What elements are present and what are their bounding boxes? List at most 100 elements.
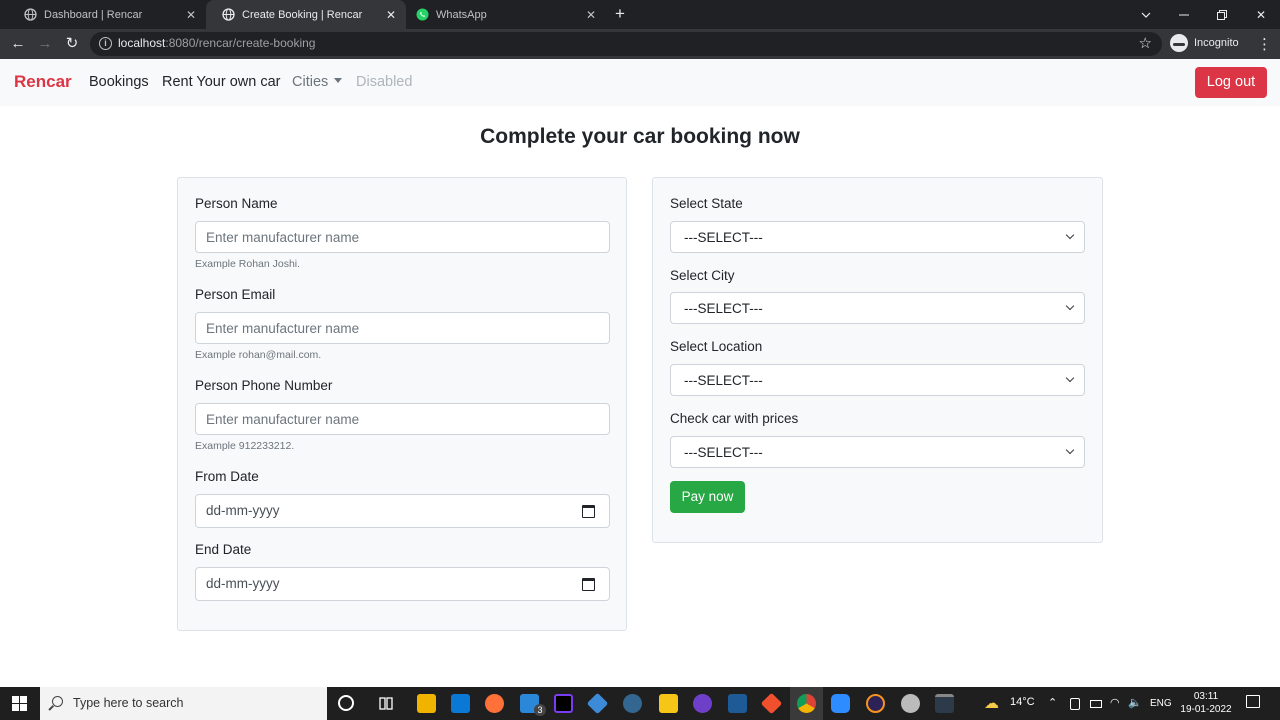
restore-icon[interactable] (1203, 0, 1241, 29)
location-selected: ---SELECT--- (684, 373, 763, 388)
file-explorer-icon[interactable] (417, 694, 436, 713)
zoom-icon[interactable] (831, 694, 850, 713)
nav-cities-dropdown[interactable]: Cities (292, 74, 343, 90)
windows-taskbar: Type here to search 3 ☁ 14°C ⌃ ◠ 🔈 ENG 0… (0, 687, 1280, 720)
location-label: Select Location (670, 339, 763, 354)
sql-shell-icon[interactable] (935, 694, 954, 713)
task-view-icon[interactable] (377, 694, 395, 713)
tab-whatsapp[interactable]: WhatsApp ✕ (406, 0, 606, 29)
pay-now-button[interactable]: Pay now (670, 481, 745, 513)
meet-now-icon[interactable] (1070, 698, 1080, 710)
city-select[interactable]: ---SELECT--- (670, 292, 1085, 324)
chevron-down-icon (1065, 301, 1075, 311)
volume-icon[interactable]: 🔈 (1128, 696, 1142, 709)
postgres-icon[interactable] (623, 694, 642, 713)
bookmark-star-icon[interactable]: ☆ (1139, 34, 1152, 52)
globe-icon (24, 8, 37, 21)
globe-icon (222, 8, 235, 21)
firefox-icon[interactable] (485, 694, 504, 713)
settings-icon[interactable] (901, 694, 920, 713)
tab-create-booking[interactable]: Create Booking | Rencar ✕ (206, 0, 406, 29)
eclipse-icon[interactable] (866, 694, 885, 713)
nav-rent-your-own-car[interactable]: Rent Your own car (162, 74, 281, 90)
new-tab-icon[interactable]: + (615, 4, 625, 24)
wifi-icon[interactable]: ◠ (1110, 696, 1120, 709)
browser-tab-strip: Dashboard | Rencar ✕ Create Booking | Re… (0, 0, 1280, 29)
incognito-label: Incognito (1194, 37, 1239, 49)
mail-badge: 3 (534, 704, 546, 716)
close-icon[interactable]: ✕ (586, 8, 596, 22)
address-bar[interactable]: i localhost:8080/rencar/create-booking ☆ (90, 32, 1162, 56)
chrome-icon[interactable] (797, 694, 816, 713)
taskbar-search-box[interactable]: Type here to search (40, 687, 327, 720)
person-phone-input[interactable] (195, 403, 610, 435)
weather-icon[interactable]: ☁ (984, 694, 999, 712)
incognito-badge[interactable]: Incognito (1170, 34, 1239, 52)
forward-icon[interactable]: → (36, 35, 54, 53)
url-text: localhost:8080/rencar/create-booking (118, 36, 315, 50)
clock-date: 19-01-2022 (1180, 704, 1232, 715)
person-phone-label: Person Phone Number (195, 378, 333, 393)
chevron-down-icon (1065, 373, 1075, 383)
battery-icon[interactable] (1090, 700, 1102, 708)
tab-title: Dashboard | Rencar (44, 8, 143, 21)
reload-icon[interactable]: ↻ (63, 35, 81, 53)
browser-toolbar: ← → ↻ i localhost:8080/rencar/create-boo… (0, 29, 1280, 59)
person-phone-help: Example 912233212. (195, 440, 295, 452)
git-icon[interactable] (760, 692, 783, 715)
mysql-workbench-icon[interactable] (728, 694, 747, 713)
weather-temperature[interactable]: 14°C (1010, 696, 1035, 708)
location-select[interactable]: ---SELECT--- (670, 364, 1085, 396)
calendar-icon[interactable] (582, 505, 595, 518)
end-date-input[interactable]: dd-mm-yyyy (195, 567, 610, 601)
person-name-help: Example Rohan Joshi. (195, 258, 301, 270)
city-selected: ---SELECT--- (684, 301, 763, 316)
person-name-input[interactable] (195, 221, 610, 253)
from-date-input[interactable]: dd-mm-yyyy (195, 494, 610, 528)
brand-logo[interactable]: Rencar (14, 72, 72, 92)
car-selected: ---SELECT--- (684, 445, 763, 460)
url-path: :8080/rencar/create-booking (165, 36, 316, 50)
clock-time: 03:11 (1193, 691, 1219, 702)
person-email-help: Example rohan@mail.com. (195, 349, 322, 361)
chevron-down-icon (1065, 230, 1075, 240)
virtualbox-icon[interactable] (586, 692, 609, 715)
nav-disabled: Disabled (356, 74, 413, 90)
person-email-input[interactable] (195, 312, 610, 344)
github-desktop-icon[interactable] (693, 694, 712, 713)
browser-menu-icon[interactable]: ⋮ (1257, 35, 1272, 53)
close-icon[interactable]: ✕ (186, 8, 196, 22)
ms-store-icon[interactable] (451, 694, 470, 713)
tab-search-chevron-icon[interactable] (1127, 0, 1165, 29)
nav-bookings[interactable]: Bookings (89, 74, 149, 90)
state-selected: ---SELECT--- (684, 230, 763, 245)
person-name-label: Person Name (195, 196, 278, 211)
calendar-icon[interactable] (582, 578, 595, 591)
notification-center-icon[interactable] (1246, 695, 1260, 708)
tab-dashboard[interactable]: Dashboard | Rencar ✕ (8, 0, 206, 29)
minimize-icon[interactable] (1165, 0, 1203, 29)
back-icon[interactable]: ← (9, 35, 27, 53)
language-indicator[interactable]: ENG (1150, 698, 1172, 709)
state-select[interactable]: ---SELECT--- (670, 221, 1085, 253)
taskbar-clock[interactable]: 03:11 19-01-2022 (1176, 690, 1236, 716)
sublime-icon[interactable] (659, 694, 678, 713)
page-title: Complete your car booking now (480, 125, 800, 148)
from-date-label: From Date (195, 469, 259, 484)
cortana-icon[interactable] (338, 695, 354, 711)
tray-chevron-up-icon[interactable]: ⌃ (1048, 696, 1057, 709)
incognito-icon (1170, 34, 1188, 52)
nav-cities-label: Cities (292, 74, 329, 90)
car-select[interactable]: ---SELECT--- (670, 436, 1085, 468)
intellij-icon[interactable] (554, 694, 573, 713)
search-icon (52, 696, 63, 707)
windows-start-icon[interactable] (12, 696, 27, 711)
window-close-icon[interactable]: ✕ (1242, 0, 1280, 29)
logout-button[interactable]: Log out (1195, 67, 1267, 98)
city-label: Select City (670, 268, 735, 283)
close-icon[interactable]: ✕ (386, 8, 396, 22)
site-info-icon[interactable]: i (99, 37, 112, 50)
end-date-label: End Date (195, 542, 252, 557)
end-date-value: dd-mm-yyyy (206, 576, 280, 591)
tab-title: Create Booking | Rencar (242, 8, 363, 21)
